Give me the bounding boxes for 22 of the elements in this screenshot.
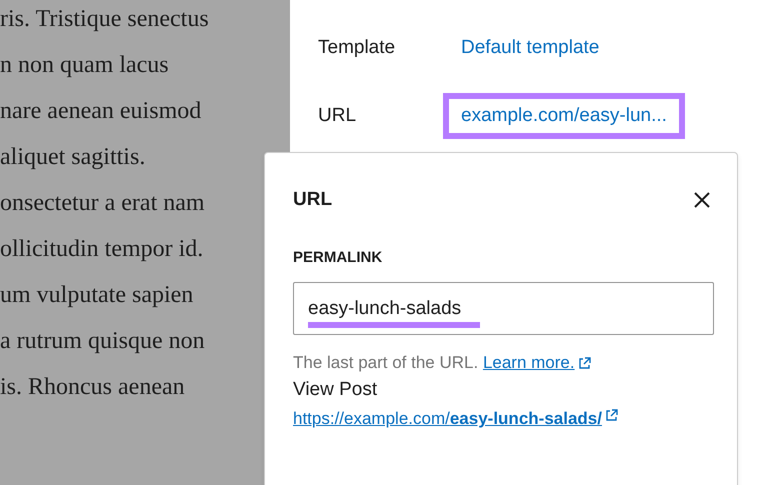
editor-text-line: nare aenean euismod <box>0 97 202 126</box>
popover-title: URL <box>293 189 332 211</box>
permalink-input-field[interactable]: easy-lunch-salads <box>293 282 714 335</box>
setting-label: Template <box>318 37 396 59</box>
external-link-icon <box>604 408 618 422</box>
setting-value-link[interactable]: example.com/easy-lun... <box>443 93 685 139</box>
help-description: The last part of the URL. <box>293 353 480 372</box>
view-post-link[interactable]: https://example.com/easy-lunch-salads/ <box>293 409 602 429</box>
setting-label: URL <box>318 105 358 127</box>
view-post-label: View Post <box>293 379 378 401</box>
learn-more-link[interactable]: Learn more. <box>482 353 575 372</box>
external-link-icon <box>578 357 591 370</box>
editor-text-line: aliquet sagittis. <box>0 143 146 172</box>
editor-text-line: ris. Tristique senectus <box>0 5 210 34</box>
field-label: PERMALINK <box>293 249 384 266</box>
setting-value-link[interactable]: Default template <box>443 25 618 71</box>
editor-text-line: is. Rhoncus aenean <box>0 373 186 402</box>
editor-text-line: ollicitudin tempor id. <box>0 235 204 264</box>
editor-text-line: um vulputate sapien <box>0 281 194 310</box>
editor-text-line: a rutrum quisque non <box>0 327 206 356</box>
editor-text-line: n non quam lacus <box>0 51 170 80</box>
editor-text-line: onsectetur a erat nam <box>0 189 206 218</box>
